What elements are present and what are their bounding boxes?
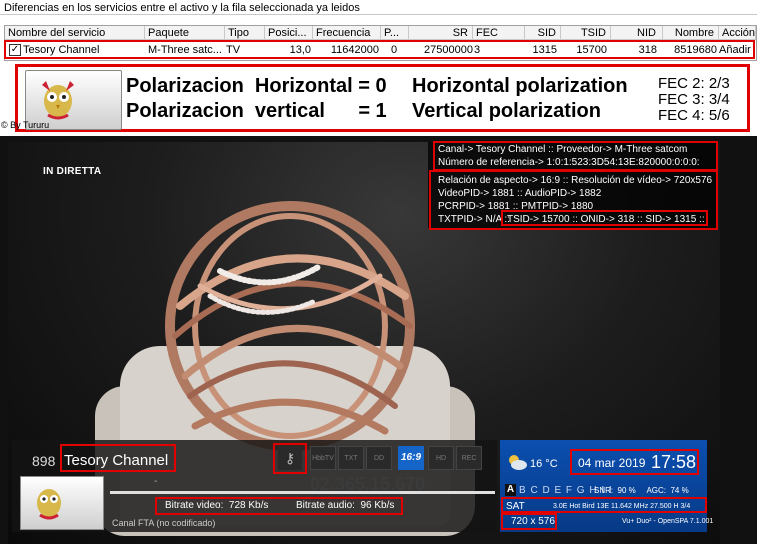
cell-frequency: 11642000	[330, 44, 379, 56]
cell-sid: 1315	[532, 44, 557, 56]
col-header-tsid[interactable]: TSID	[561, 26, 611, 40]
cell-nombre: 8519680	[674, 44, 717, 56]
col-header-polarization[interactable]: P...	[381, 26, 409, 40]
col-header-accion[interactable]: Acción	[719, 26, 756, 40]
dolby-icon: DD	[366, 446, 392, 470]
info-pcr-line: PCRPID-> 1881 :: PMTPID-> 1880	[438, 201, 594, 212]
aspect-ratio-icon: 16:9	[398, 446, 424, 470]
live-label: IN DIRETTA	[43, 166, 102, 177]
col-header-fec[interactable]: FEC	[473, 26, 525, 40]
info-aspect-line: Relación de aspecto-> 16:9 :: Resolución…	[438, 175, 713, 186]
fec-line-3: FEC 4: 5/6	[658, 107, 730, 124]
cell-package: M-Three satc...	[148, 44, 222, 56]
col-header-nombre[interactable]: Nombre	[663, 26, 719, 40]
sat-info: 3.0E Hot Bird 13E 11.642 MHz 27.500 H 3/…	[553, 503, 691, 510]
fec-line-2: FEC 3: 3/4	[658, 91, 730, 108]
col-header-nid[interactable]: NID	[611, 26, 663, 40]
channel-number: 898	[32, 453, 56, 469]
signal-quality: SNR: 90 % AGC: 74 %	[594, 486, 689, 495]
cell-sr: 27500000	[424, 44, 473, 56]
cell-fec: 3	[474, 44, 481, 56]
line1-label: Polarizacion Horizontal = 0	[126, 75, 387, 97]
temperature: 16 °C	[530, 458, 558, 470]
cell-type: TV	[226, 44, 241, 56]
alphabet-selected: A	[505, 484, 516, 496]
weather-icon	[509, 455, 527, 470]
cell-polarization: 0	[391, 44, 398, 56]
resolution: 720 x 576	[511, 516, 555, 527]
col-header-type[interactable]: Tipo	[225, 26, 265, 40]
copyright-label: © By Tururu	[1, 120, 50, 130]
program-dash: -	[154, 476, 158, 487]
cell-accion: Añadir	[719, 44, 751, 56]
bitrate-audio: Bitrate audio: 96 Kb/s	[296, 500, 395, 511]
col-header-sr[interactable]: SR	[409, 26, 473, 40]
clock: 17:58	[651, 452, 697, 472]
receiver-info: Vu+ Duo² - OpenSPA 7.1.001	[622, 518, 714, 525]
fec-line-1: FEC 2: 2/3	[658, 75, 730, 92]
info-txt-line: TXTPID-> N/A ::	[438, 214, 510, 225]
line2-label: Polarizacion vertical = 1	[126, 100, 387, 122]
row-checkbox[interactable]: ✓	[9, 44, 21, 56]
cell-tsid: 15700	[576, 44, 607, 56]
col-header-package[interactable]: Paquete	[145, 26, 225, 40]
hd-icon: HD	[428, 446, 454, 470]
polarization-banner: Polarizacion Horizontal = 0 Horizontal p…	[15, 64, 750, 132]
line2-translation: Vertical polarization	[412, 100, 601, 122]
date: 04 mar 2019	[578, 456, 646, 470]
cell-nid: 318	[638, 44, 657, 56]
hbbtv-icon: HbbTV	[310, 446, 336, 470]
tururu-logo-small	[20, 476, 104, 530]
channel-name: Tesory Channel	[64, 452, 169, 469]
sat-label: SAT	[506, 501, 525, 512]
cell-position: 13,0	[289, 44, 311, 56]
owl-logo-small-icon	[37, 489, 61, 520]
rec-icon: REC	[456, 446, 482, 470]
col-header-frequency[interactable]: Frecuencia	[313, 26, 381, 40]
col-header-service-name[interactable]: Nombre del servicio	[5, 26, 145, 40]
canal-fta-label: Canal FTA (no codificado)	[112, 518, 216, 528]
teletext-icon: TXT	[338, 446, 364, 470]
key-icon: ⚷	[278, 446, 302, 470]
info-pid-line: VideoPID-> 1881 :: AudioPID-> 1882	[438, 188, 602, 199]
services-table: Nombre del servicio Paquete Tipo Posici.…	[4, 25, 757, 61]
ring-image	[165, 201, 415, 451]
progress-bar	[110, 491, 495, 494]
bitrate-video: Bitrate video: 728 Kb/s	[165, 500, 269, 511]
info-tsid-line: TSID-> 15700 :: ONID-> 318 :: SID-> 1315…	[507, 214, 705, 225]
line1-translation: Horizontal polarization	[412, 75, 628, 97]
col-header-position[interactable]: Posici...	[265, 26, 313, 40]
panel-divider	[0, 14, 757, 15]
info-channel-line: Canal-> Tesory Channel :: Proveedor-> M-…	[438, 144, 688, 155]
col-header-sid[interactable]: SID	[525, 26, 561, 40]
panel-title: Diferencias en los servicios entre el ac…	[4, 2, 360, 14]
info-reference-line: Número de referencia-> 1:0:1:523:3D54:13…	[438, 157, 700, 168]
cell-service-name[interactable]: Tesory Channel	[23, 43, 143, 57]
